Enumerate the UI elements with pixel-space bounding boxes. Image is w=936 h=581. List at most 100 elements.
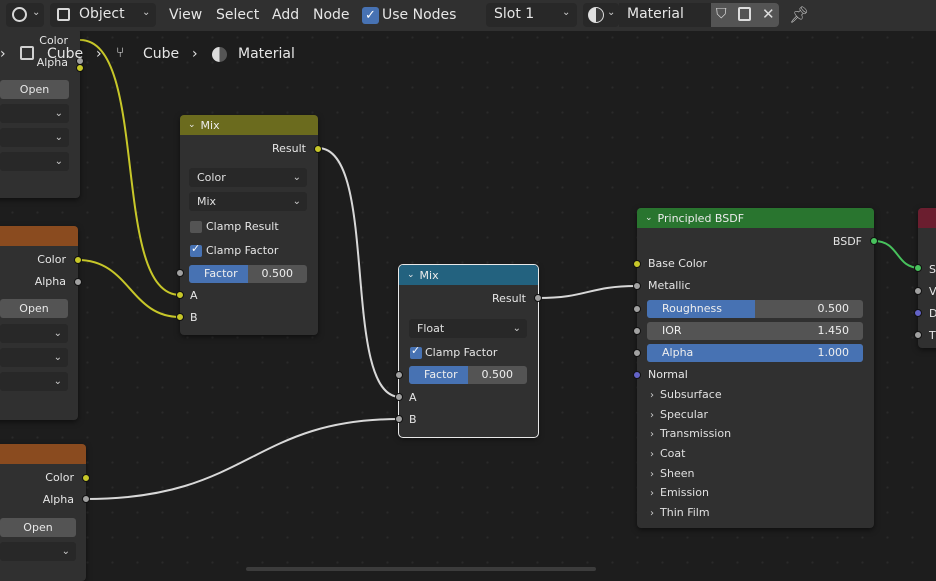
link-color-to-mix1-a (79, 39, 181, 296)
clamp-result-checkbox[interactable] (190, 221, 202, 233)
slot-select[interactable]: Slot 1 ⌄ (486, 3, 577, 27)
surface-socket[interactable] (914, 264, 922, 272)
clamp-factor-checkbox[interactable] (410, 344, 422, 359)
result-socket[interactable] (534, 294, 542, 302)
editor-type-button[interactable]: ⌄ (6, 3, 44, 27)
node-header[interactable]: ⌄ Mix (180, 115, 318, 135)
data-type-dropdown[interactable]: Color ⌄ (189, 168, 307, 187)
open-image-button[interactable]: Open (0, 299, 68, 318)
breadcrumb-separator-icon: › (192, 46, 198, 62)
metallic-socket[interactable] (633, 282, 641, 290)
material-name-field[interactable]: Material (619, 3, 711, 27)
thickness-socket[interactable] (914, 331, 922, 339)
scrollbar[interactable] (246, 567, 596, 571)
mix-float-node[interactable]: ⌄ Mix Result Float⌄ Clamp Factor Factor … (395, 264, 542, 438)
mesh-icon: ⑂ (116, 45, 125, 61)
roughness-socket[interactable] (633, 305, 641, 313)
node-header[interactable] (0, 444, 86, 464)
result-socket[interactable] (314, 145, 322, 153)
mode-select[interactable]: Object ⌄ (50, 3, 156, 27)
clamp-factor-checkbox[interactable] (190, 242, 202, 257)
ior-field[interactable]: IOR 1.450 (647, 322, 863, 340)
factor-slider[interactable]: Factor 0.500 (409, 366, 527, 384)
breadcrumb-object[interactable]: Cube (47, 46, 83, 62)
node-header[interactable]: ⌄ Mix (399, 265, 538, 285)
base-color-socket[interactable] (633, 260, 641, 268)
image-texture-node-bottom[interactable]: Color Alpha Open ⌄ (0, 444, 90, 581)
panel-emission[interactable]: › Emission (650, 486, 709, 499)
interpolation-dropdown[interactable]: ⌄ (0, 324, 68, 343)
panel-sheen[interactable]: › Sheen (650, 467, 694, 480)
panel-subsurface[interactable]: › Subsurface (650, 388, 722, 401)
extension-dropdown[interactable]: ⌄ (0, 372, 68, 391)
output-color-socket[interactable] (82, 474, 90, 482)
interpolation-dropdown[interactable]: ⌄ (0, 542, 76, 561)
menu-select[interactable]: Select (216, 7, 259, 23)
object-icon (20, 46, 34, 60)
output-alpha-socket[interactable] (74, 278, 82, 286)
interpolation-dropdown[interactable]: ⌄ (0, 104, 69, 123)
node-header[interactable] (0, 226, 78, 246)
blend-mode-dropdown[interactable]: Mix ⌄ (189, 192, 307, 211)
collapse-chevron-icon[interactable]: ⌄ (645, 213, 653, 223)
projection-dropdown[interactable]: ⌄ (0, 348, 68, 367)
input-b-socket[interactable] (395, 415, 403, 423)
panel-specular[interactable]: › Specular (650, 408, 708, 421)
extension-dropdown[interactable]: ⌄ (0, 152, 69, 171)
open-image-button[interactable]: Open (0, 518, 76, 537)
fake-user-button[interactable]: ⛉ (711, 3, 733, 27)
panel-coat[interactable]: › Coat (650, 447, 685, 460)
node-title: Mix (419, 268, 439, 282)
displacement-socket[interactable] (914, 309, 922, 317)
material-icon (212, 47, 227, 62)
collapse-chevron-icon[interactable]: ⌄ (407, 270, 415, 280)
pin-icon[interactable]: 📌︎ (789, 5, 809, 24)
breadcrumb-mesh[interactable]: Cube (143, 46, 179, 62)
alpha-slider[interactable]: Alpha 1.000 (647, 344, 863, 362)
factor-slider[interactable]: Factor 0.500 (189, 265, 307, 283)
factor-socket[interactable] (176, 269, 184, 277)
volume-socket[interactable] (914, 287, 922, 295)
output-alpha-socket[interactable] (82, 495, 90, 503)
input-a-socket[interactable] (176, 291, 184, 299)
roughness-slider[interactable]: Roughness 0.500 (647, 300, 863, 318)
input-b-label: B (190, 311, 198, 324)
mix-color-node[interactable]: ⌄ Mix Result Color⌄ Mix⌄ Clamp Result Cl… (176, 115, 322, 335)
input-b-socket[interactable] (176, 313, 184, 321)
material-output-node[interactable]: S V D T (914, 208, 936, 348)
panel-transmission[interactable]: › Transmission (650, 427, 731, 440)
node-header[interactable] (918, 208, 936, 228)
panel-thin-film[interactable]: › Thin Film (650, 506, 710, 519)
expand-chevron-icon: › (650, 488, 654, 499)
node-title: Mix (200, 118, 220, 132)
roughness-value: 0.500 (817, 302, 850, 315)
ior-socket[interactable] (633, 327, 641, 335)
projection-dropdown[interactable]: ⌄ (0, 128, 69, 147)
use-nodes-checkbox[interactable]: ✓ (362, 7, 379, 24)
breadcrumb-material[interactable]: Material (238, 46, 295, 62)
menu-add[interactable]: Add (272, 7, 299, 23)
normal-socket[interactable] (633, 371, 641, 379)
image-texture-node-middle[interactable]: Color Alpha Open ⌄ ⌄ ⌄ (0, 226, 82, 420)
node-header[interactable]: ⌄ Principled BSDF (637, 208, 874, 228)
bsdf-output-socket[interactable] (870, 237, 878, 245)
duplicate-material-button[interactable] (733, 3, 757, 27)
menu-view[interactable]: View (169, 7, 202, 23)
material-browse-button[interactable]: ⌄ (583, 3, 619, 27)
input-a-label: A (190, 289, 198, 302)
unlink-material-button[interactable]: ✕ (757, 3, 779, 27)
principled-bsdf-node[interactable]: ⌄ Principled BSDF BSDF Base Color Metall… (633, 208, 878, 528)
output-color-socket[interactable] (74, 256, 82, 264)
data-type-dropdown[interactable]: Float ⌄ (409, 319, 527, 338)
object-mode-icon (57, 8, 70, 21)
alpha-socket[interactable] (633, 349, 641, 357)
collapse-chevron-icon[interactable]: ⌄ (188, 120, 196, 130)
open-image-button[interactable]: Open (0, 80, 69, 99)
close-icon: ✕ (762, 5, 775, 23)
breadcrumb: › Cube › ⑂ Cube › Material (0, 40, 300, 68)
use-nodes-label[interactable]: Use Nodes (382, 7, 456, 23)
menu-node[interactable]: Node (313, 7, 350, 23)
factor-socket[interactable] (395, 371, 403, 379)
input-a-socket[interactable] (395, 393, 403, 401)
expand-chevron-icon: › (650, 469, 654, 480)
